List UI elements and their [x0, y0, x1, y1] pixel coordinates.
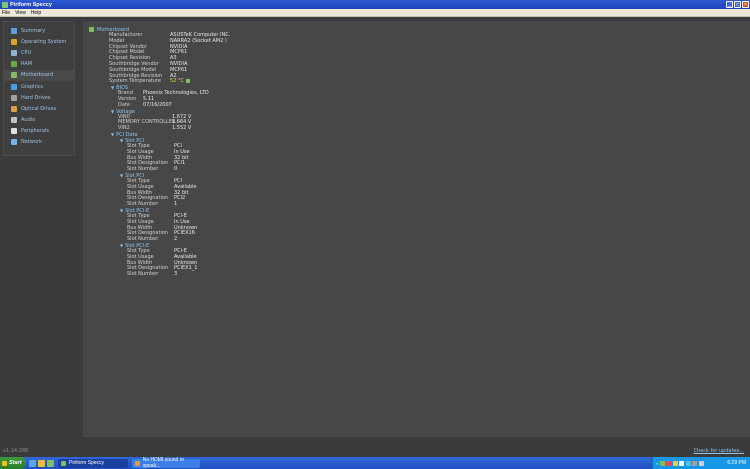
main-panel: Motherboard Manufacturer ASUSTeK Computer … — [83, 21, 750, 437]
sidebar-item-label: Graphics — [21, 83, 44, 90]
network-icon — [11, 139, 17, 146]
task-browser-label: No HDMI sound or speak... — [142, 457, 185, 469]
sidebar-item-ram[interactable]: RAM — [4, 59, 74, 70]
cpu-icon — [11, 49, 17, 56]
tray-expand-icon[interactable]: « — [656, 461, 658, 466]
browser-task-icon — [135, 460, 140, 466]
hard-drive-icon — [11, 94, 17, 101]
collapse-arrow-icon[interactable]: ▼ — [120, 243, 123, 249]
monitor-icon — [11, 83, 17, 90]
close-button[interactable]: × — [742, 1, 749, 8]
sidebar-item-summary[interactable]: Summary — [4, 25, 74, 36]
collapse-arrow-icon[interactable]: ▼ — [111, 85, 114, 91]
property-key: Slot Number — [127, 271, 159, 278]
sidebar-item-label: Summary — [21, 27, 46, 34]
menu-bar: File View Help — [0, 9, 750, 17]
sidebar-item-label: Operating System — [21, 38, 67, 45]
window-controls: _ □ × — [726, 1, 749, 8]
thermometer-icon — [185, 79, 190, 84]
windows-icon — [11, 38, 17, 45]
task-speccy-label: Piriform Speccy — [69, 460, 105, 466]
tray-icon-3[interactable] — [672, 460, 678, 466]
sidebar-item-operating-system[interactable]: Operating System — [4, 36, 74, 47]
start-button[interactable]: Start — [0, 457, 26, 469]
media-player-icon[interactable] — [47, 459, 54, 467]
sidebar-item-graphics[interactable]: Graphics — [4, 81, 74, 92]
ie-icon[interactable] — [38, 459, 45, 467]
tray-icon-2[interactable] — [666, 460, 672, 466]
start-label: Start — [9, 460, 22, 466]
property-value: 2 — [174, 236, 178, 243]
mouse-icon — [11, 128, 17, 135]
ram-icon — [11, 61, 17, 68]
menu-view[interactable]: View — [15, 10, 26, 16]
check-updates-link[interactable]: Check for updates... — [694, 448, 744, 454]
sidebar-item-motherboard[interactable]: Motherboard — [4, 69, 74, 81]
task-speccy[interactable]: Piriform Speccy — [58, 458, 128, 468]
sidebar-item-label: Hard Drives — [21, 94, 51, 101]
quick-launch — [29, 459, 54, 467]
sidebar-item-label: Network — [21, 139, 42, 146]
menu-file[interactable]: File — [2, 10, 10, 16]
property-value: 52 °C — [170, 78, 184, 85]
sidebar-item-label: Motherboard — [21, 72, 54, 79]
sidebar-item-cpu[interactable]: CPU — [4, 47, 74, 58]
sidebar-item-hard-drives[interactable]: Hard Drives — [4, 92, 74, 103]
version-label: v1.14.288 — [3, 448, 29, 454]
taskbar: Start Piriform Speccy No HDMI sound or s… — [0, 457, 750, 469]
property-value: 0 — [174, 166, 178, 173]
motherboard-icon — [11, 72, 17, 79]
sidebar-item-audio[interactable]: Audio — [4, 115, 74, 126]
clock: 6:29 PM — [727, 460, 746, 466]
speaker-icon — [11, 117, 17, 124]
sidebar-item-peripherals[interactable]: Peripherals — [4, 126, 74, 137]
collapse-arrow-icon[interactable]: ▼ — [120, 173, 123, 179]
minimize-button[interactable]: _ — [726, 1, 733, 8]
speccy-task-icon — [61, 460, 66, 466]
show-desktop-icon[interactable] — [29, 459, 36, 467]
motherboard-details: Motherboard Manufacturer ASUSTeK Computer … — [89, 26, 230, 278]
sidebar: Summary Operating System CPU RAM Motherboard… — [3, 21, 75, 156]
property-value: 3 — [174, 271, 178, 278]
tray-icon-5[interactable] — [685, 460, 691, 466]
sidebar-item-network[interactable]: Network — [4, 137, 74, 148]
collapse-arrow-icon[interactable]: ▼ — [111, 132, 114, 138]
sidebar-item-label: Audio — [21, 117, 36, 124]
optical-drive-icon — [11, 105, 17, 112]
summary-icon — [11, 27, 17, 34]
collapse-arrow-icon[interactable]: ▼ — [120, 138, 123, 144]
tray-icon-1[interactable] — [659, 460, 665, 466]
window-title: Piriform Speccy — [10, 1, 52, 8]
motherboard-icon — [89, 27, 94, 32]
property-value: 1.552 V — [172, 125, 192, 132]
property-value: PCIEX1_1 — [174, 265, 198, 272]
sidebar-item-label: Optical Drives — [21, 105, 57, 112]
maximize-button[interactable]: □ — [734, 1, 741, 8]
volume-icon[interactable] — [698, 460, 704, 466]
sidebar-item-label: RAM — [21, 61, 33, 68]
collapse-arrow-icon[interactable]: ▼ — [120, 208, 123, 214]
task-browser[interactable]: No HDMI sound or speak... — [132, 457, 200, 469]
windows-flag-icon — [2, 460, 7, 466]
sidebar-item-label: Peripherals — [21, 128, 49, 135]
property-value: 1 — [174, 201, 178, 208]
window-titlebar: Piriform Speccy _ □ × — [0, 0, 750, 9]
property-value: 07/16/2007 — [143, 101, 172, 108]
property-row: Slot Number 3 — [89, 271, 230, 278]
sidebar-item-optical-drives[interactable]: Optical Drives — [4, 103, 74, 114]
tray-icon-6[interactable] — [692, 460, 698, 466]
speccy-app-icon — [2, 1, 8, 8]
status-bar: v1.14.288 Check for updates... — [0, 447, 750, 455]
collapse-arrow-icon[interactable]: ▼ — [111, 109, 114, 115]
system-tray: « 6:29 PM — [652, 457, 750, 469]
tray-icon-4[interactable] — [679, 460, 685, 466]
menu-help[interactable]: Help — [31, 10, 41, 16]
sidebar-item-label: CPU — [21, 49, 32, 56]
